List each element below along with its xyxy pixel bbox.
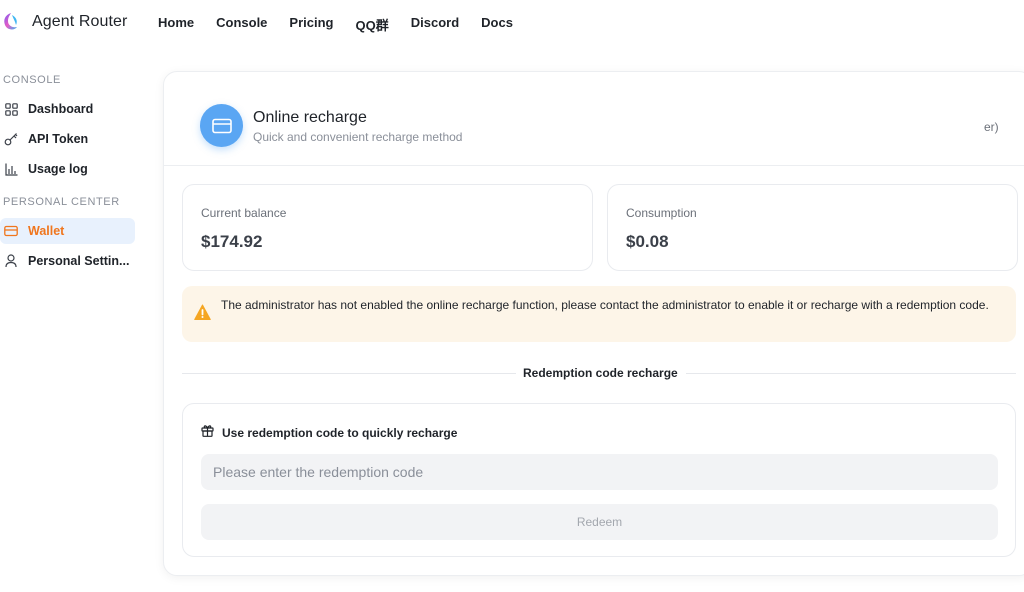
main-nav: Home Console Pricing QQ群 Discord Docs [158, 15, 535, 34]
sidebar-item-wallet[interactable]: Wallet [0, 218, 135, 244]
consumption-card: Consumption $0.08 [607, 184, 1018, 271]
sidebar-item-usage-log[interactable]: Usage log [0, 156, 135, 182]
balance-card: Current balance $174.92 [182, 184, 593, 271]
card-header: Online recharge Quick and convenient rec… [164, 72, 1024, 166]
redemption-box: Use redemption code to quickly recharge … [182, 403, 1016, 557]
wallet-icon [4, 224, 18, 238]
consumption-value: $0.08 [626, 232, 669, 251]
sidebar-item-label: Personal Settin... [28, 254, 130, 268]
nav-docs[interactable]: Docs [481, 15, 513, 34]
agent-router-logo-icon [4, 13, 17, 30]
nav-pricing[interactable]: Pricing [289, 15, 333, 34]
sidebar-item-label: API Token [28, 132, 89, 146]
gift-icon [201, 424, 214, 442]
sidebar-item-label: Usage log [28, 162, 88, 176]
header-right-text: er) [984, 120, 999, 134]
divider-right [686, 373, 1016, 374]
alert-text: The administrator has not enabled the on… [221, 298, 989, 312]
key-icon [4, 132, 18, 146]
consumption-label: Consumption [626, 206, 697, 220]
recharge-card: Online recharge Quick and convenient rec… [163, 71, 1024, 576]
nav-discord[interactable]: Discord [411, 15, 459, 34]
balance-value: $174.92 [201, 232, 263, 251]
bar-chart-icon [4, 162, 18, 176]
sidebar-item-label: Wallet [28, 224, 65, 238]
redemption-title: Use redemption code to quickly recharge [222, 426, 458, 440]
top-navbar: Agent Router Home Console Pricing QQ群 Di… [0, 0, 1024, 46]
credit-card-icon [200, 104, 243, 147]
sidebar: CONSOLE Dashboard API Token Usage log PE… [0, 46, 148, 592]
recharge-disabled-alert: The administrator has not enabled the on… [182, 286, 1016, 342]
redeem-button[interactable]: Redeem [201, 504, 998, 540]
redemption-title-row: Use redemption code to quickly recharge [201, 424, 457, 442]
nav-qq-group[interactable]: QQ群 [356, 15, 389, 34]
balance-label: Current balance [201, 206, 287, 220]
divider-label: Redemption code recharge [523, 366, 678, 380]
sidebar-item-api-token[interactable]: API Token [0, 126, 135, 152]
page-subtitle: Quick and convenient recharge method [253, 130, 463, 144]
divider-left [182, 373, 516, 374]
dashboard-grid-icon [4, 102, 18, 116]
redemption-code-input[interactable] [201, 454, 998, 490]
user-icon [4, 254, 18, 268]
warning-icon [194, 304, 211, 320]
sidebar-section-console: CONSOLE [3, 74, 61, 86]
sidebar-item-dashboard[interactable]: Dashboard [0, 96, 135, 122]
nav-home[interactable]: Home [158, 15, 194, 34]
nav-console[interactable]: Console [216, 15, 267, 34]
sidebar-item-personal-settings[interactable]: Personal Settin... [0, 248, 135, 274]
brand-name: Agent Router [32, 13, 128, 30]
sidebar-section-personal-center: PERSONAL CENTER [3, 196, 120, 208]
sidebar-item-label: Dashboard [28, 102, 94, 116]
page-title: Online recharge [253, 109, 367, 126]
brand[interactable]: Agent Router [2, 12, 127, 32]
